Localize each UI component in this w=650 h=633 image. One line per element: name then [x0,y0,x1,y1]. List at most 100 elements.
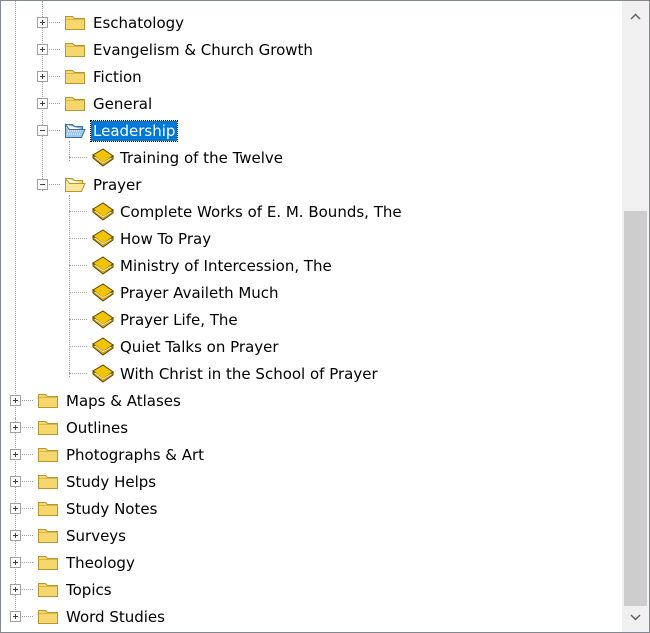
tree-item-label: Maps & Atlases [66,392,181,410]
expand-toggle[interactable] [10,503,21,514]
folder-item[interactable]: Maps & Atlases [1,388,622,415]
tree-guide-line [69,319,87,320]
tree-item-label: Topics [66,581,112,599]
tree-item-label: Word Studies [66,608,165,626]
folder-open-icon [64,120,86,140]
expand-toggle[interactable] [37,98,48,109]
folder-icon [37,390,59,410]
book-item[interactable]: Prayer Availeth Much [1,280,622,307]
tree-item-label: Fiction [93,68,142,86]
expand-toggle[interactable] [10,530,21,541]
book-item[interactable]: Complete Works of E. M. Bounds, The [1,199,622,226]
tree-item-label: Outlines [66,419,129,437]
expand-toggle[interactable] [10,422,21,433]
folder-item[interactable]: Surveys [1,523,622,550]
folder-item[interactable]: Photographs & Art [1,442,622,469]
tree-guide-line [69,346,87,347]
folder-item[interactable]: Study Helps [1,469,622,496]
tree: Eschatology Evangelism & Church Growth Fic… [1,1,622,632]
library-tree-view: Eschatology Evangelism & Church Growth Fic… [0,0,650,633]
tree-item-label: Surveys [66,527,126,545]
tree-guide-line [69,211,87,212]
book-icon [91,336,114,356]
book-item[interactable]: Ministry of Intercession, The [1,253,622,280]
folder-item[interactable]: Fiction [1,64,622,91]
folder-item[interactable]: Prayer [1,172,622,199]
tree-item-label: Evangelism & Church Growth [93,41,313,59]
tree-guide-line [69,373,87,374]
folder-icon [64,66,86,86]
expand-toggle[interactable] [10,449,21,460]
folder-item[interactable]: Outlines [1,415,622,442]
tree-guide-line [69,157,87,158]
tree-item-label: Ministry of Intercession, The [120,257,332,275]
folder-item[interactable]: Theology [1,550,622,577]
folder-icon [37,525,59,545]
tree-item-label: Study Helps [66,473,157,491]
tree-item-label: Prayer [93,176,142,194]
folder-item[interactable]: General [1,91,622,118]
tree-item-label: Quiet Talks on Prayer [120,338,279,356]
folder-item[interactable]: Topics [1,577,622,604]
folder-icon [64,39,86,59]
expand-toggle[interactable] [10,557,21,568]
tree-item-label: Prayer Availeth Much [120,284,279,302]
book-icon [91,309,114,329]
tree-item-label: Study Notes [66,500,158,518]
folder-icon [37,417,59,437]
expand-toggle[interactable] [10,584,21,595]
book-icon [91,363,114,383]
folder-icon [37,471,59,491]
tree-item-label: Complete Works of E. M. Bounds, The [120,203,402,221]
scroll-track[interactable] [622,31,649,606]
folder-item[interactable]: Study Notes [1,496,622,523]
folder-item[interactable]: Evangelism & Church Growth [1,37,622,64]
expand-toggle[interactable] [37,71,48,82]
scroll-thumb[interactable] [624,211,647,606]
scroll-down-button[interactable] [622,602,649,632]
expand-toggle[interactable] [10,476,21,487]
tree-item-label: With Christ in the School of Prayer [120,365,378,383]
folder-icon [37,579,59,599]
book-icon [91,147,114,167]
tree-item-label: Prayer Life, The [120,311,238,329]
expand-toggle[interactable] [10,395,21,406]
book-item[interactable]: Quiet Talks on Prayer [1,334,622,361]
book-icon [91,201,114,221]
book-icon [91,255,114,275]
book-item[interactable]: With Christ in the School of Prayer [1,361,622,388]
collapse-toggle[interactable] [37,125,48,136]
book-icon [91,282,114,302]
collapse-toggle[interactable] [37,179,48,190]
folder-icon [37,606,59,626]
expand-toggle[interactable] [37,17,48,28]
tree-item-label: Theology [66,554,135,572]
book-item[interactable]: Training of the Twelve [1,145,622,172]
folder-item[interactable]: Eschatology [1,10,622,37]
folder-item[interactable]: Word Studies [1,604,622,631]
scroll-up-button[interactable] [622,1,649,31]
tree-item-label: How To Pray [120,230,212,248]
chevron-up-icon [630,12,641,20]
folder-icon [37,498,59,518]
tree-item-label: Photographs & Art [66,446,205,464]
book-item[interactable]: Prayer Life, The [1,307,622,334]
folder-icon [37,552,59,572]
tree-guide-line [69,238,87,239]
expand-toggle[interactable] [10,611,21,622]
book-item[interactable]: How To Pray [1,226,622,253]
chevron-down-icon [630,613,641,621]
tree-item-label: Training of the Twelve [120,149,284,167]
tree-item-label: General [93,95,153,113]
folder-item[interactable]: Leadership [1,118,622,145]
tree-item-label: Leadership [89,120,179,142]
folder-open-icon [64,174,86,194]
tree-guide-line [69,292,87,293]
vertical-scrollbar[interactable] [622,1,649,632]
folder-icon [64,93,86,113]
folder-icon [37,444,59,464]
book-icon [91,228,114,248]
expand-toggle[interactable] [37,44,48,55]
tree-guide-line [69,265,87,266]
folder-icon [64,12,86,32]
